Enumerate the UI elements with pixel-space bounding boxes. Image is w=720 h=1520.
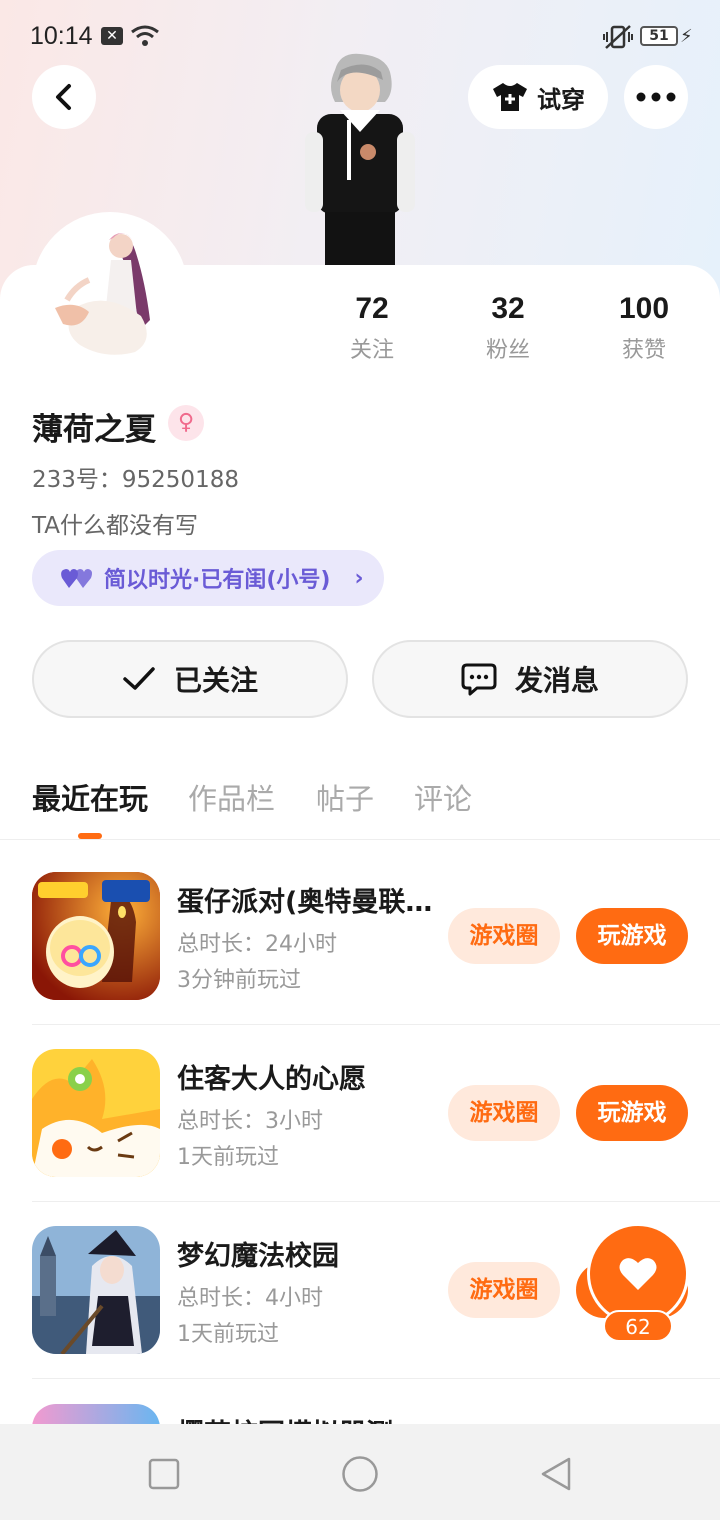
send-message-button[interactable]: 发消息	[372, 640, 688, 718]
status-time: 10:14	[30, 22, 93, 50]
avatar[interactable]	[32, 212, 188, 368]
game-circle-button[interactable]: 游戏圈	[448, 908, 560, 964]
game-last-played: 3分钟前玩过	[177, 968, 301, 993]
triangle-back-icon	[541, 1457, 571, 1491]
play-game-button[interactable]: 玩游戏	[576, 1085, 688, 1141]
system-back-button[interactable]	[536, 1454, 576, 1494]
followed-label: 已关注	[173, 664, 258, 697]
chevron-left-icon	[56, 84, 71, 110]
game-title: 住客大人的心愿	[177, 1064, 366, 1095]
game-icon-tenant-wish[interactable]	[32, 1049, 160, 1177]
charging-icon: ⚡	[680, 26, 693, 47]
stat-following[interactable]: 72 关注	[312, 292, 432, 364]
user-id: 233号：95250188	[32, 467, 239, 493]
back-button[interactable]	[32, 65, 96, 129]
tab-comments[interactable]: 评论	[414, 776, 472, 818]
like-count-badge: 62	[603, 1310, 673, 1342]
try-on-button[interactable]: 试穿	[468, 65, 608, 129]
followed-button[interactable]: 已关注	[32, 640, 348, 718]
game-row-partial[interactable]: 樱花校园模拟器测	[0, 1404, 720, 1426]
game-icon-image	[32, 872, 160, 1000]
send-message-label: 发消息	[514, 664, 599, 697]
hearts-icon	[61, 569, 92, 588]
stat-following-label: 关注	[349, 338, 394, 363]
profile-stats: 72 关注 32 粉丝 100 获赞	[300, 292, 720, 372]
game-title: 蛋仔派对(奥特曼联…	[177, 887, 433, 918]
stat-fans-label: 粉丝	[485, 338, 530, 363]
square-icon	[148, 1458, 180, 1490]
game-icon-image	[32, 1226, 160, 1354]
circle-icon	[342, 1456, 378, 1492]
game-title: 梦幻魔法校园	[177, 1241, 339, 1272]
avatar-3d-figure	[305, 53, 415, 266]
game-icon-sakura-school[interactable]	[32, 1404, 160, 1426]
system-navigation-bar	[0, 1424, 720, 1520]
recent-apps-button[interactable]	[144, 1454, 184, 1494]
game-play-duration: 总时长：24小时	[177, 932, 337, 957]
chevron-right-icon: ›	[354, 565, 364, 591]
checkmark-icon	[123, 667, 155, 690]
try-on-label: 试穿	[537, 85, 585, 114]
tab-recently-played[interactable]: 最近在玩	[32, 776, 148, 818]
floating-like-button[interactable]	[590, 1226, 686, 1322]
guild-chip[interactable]: 简以时光·已有闺(小号) ›	[32, 550, 384, 606]
row-divider	[32, 1201, 720, 1202]
row-divider	[32, 1024, 720, 1025]
play-game-button[interactable]: 玩游戏	[576, 908, 688, 964]
stat-fans-value: 32	[491, 292, 525, 325]
home-button[interactable]	[340, 1454, 380, 1494]
notification-x-icon: ✕	[101, 27, 123, 45]
stat-fans[interactable]: 32 粉丝	[448, 292, 568, 364]
tab-posts[interactable]: 帖子	[316, 776, 374, 818]
female-gender-icon: ♀	[168, 405, 204, 441]
chat-bubble-icon	[461, 663, 497, 696]
game-row[interactable]: 蛋仔派对(奥特曼联… 总时长：24小时 3分钟前玩过 游戏圈 玩游戏	[0, 872, 720, 1049]
game-icon-dream-magic-school[interactable]	[32, 1226, 160, 1354]
game-play-duration: 总时长：3小时	[177, 1109, 323, 1134]
game-circle-button[interactable]: 游戏圈	[448, 1262, 560, 1318]
user-bio: TA什么都没有写	[32, 513, 198, 539]
more-dots-icon	[636, 92, 676, 102]
game-icon-eggy-party[interactable]	[32, 872, 160, 1000]
tab-divider	[0, 839, 720, 840]
game-row[interactable]: 住客大人的心愿 总时长：3小时 1天前玩过 游戏圈 玩游戏	[0, 1049, 720, 1226]
wifi-icon	[131, 25, 159, 46]
more-options-button[interactable]	[624, 65, 688, 129]
avatar-image	[55, 233, 150, 355]
vibrate-mute-icon	[603, 25, 633, 49]
heart-icon	[619, 1258, 657, 1290]
stat-likes[interactable]: 100 获赞	[584, 292, 704, 364]
guild-name: 简以时光·已有闺(小号)	[104, 568, 331, 593]
stat-likes-label: 获赞	[621, 338, 666, 363]
game-icon-image	[32, 1049, 160, 1177]
game-play-duration: 总时长：4小时	[177, 1286, 323, 1311]
tshirt-icon	[493, 83, 527, 111]
username: 薄荷之夏	[32, 412, 156, 448]
tab-works[interactable]: 作品栏	[188, 776, 275, 818]
row-divider	[32, 1378, 720, 1379]
game-last-played: 1天前玩过	[177, 1145, 279, 1170]
game-last-played: 1天前玩过	[177, 1322, 279, 1347]
stat-following-value: 72	[355, 292, 389, 325]
battery-icon: 51	[640, 26, 678, 46]
stat-likes-value: 100	[618, 292, 670, 325]
game-circle-button[interactable]: 游戏圈	[448, 1085, 560, 1141]
